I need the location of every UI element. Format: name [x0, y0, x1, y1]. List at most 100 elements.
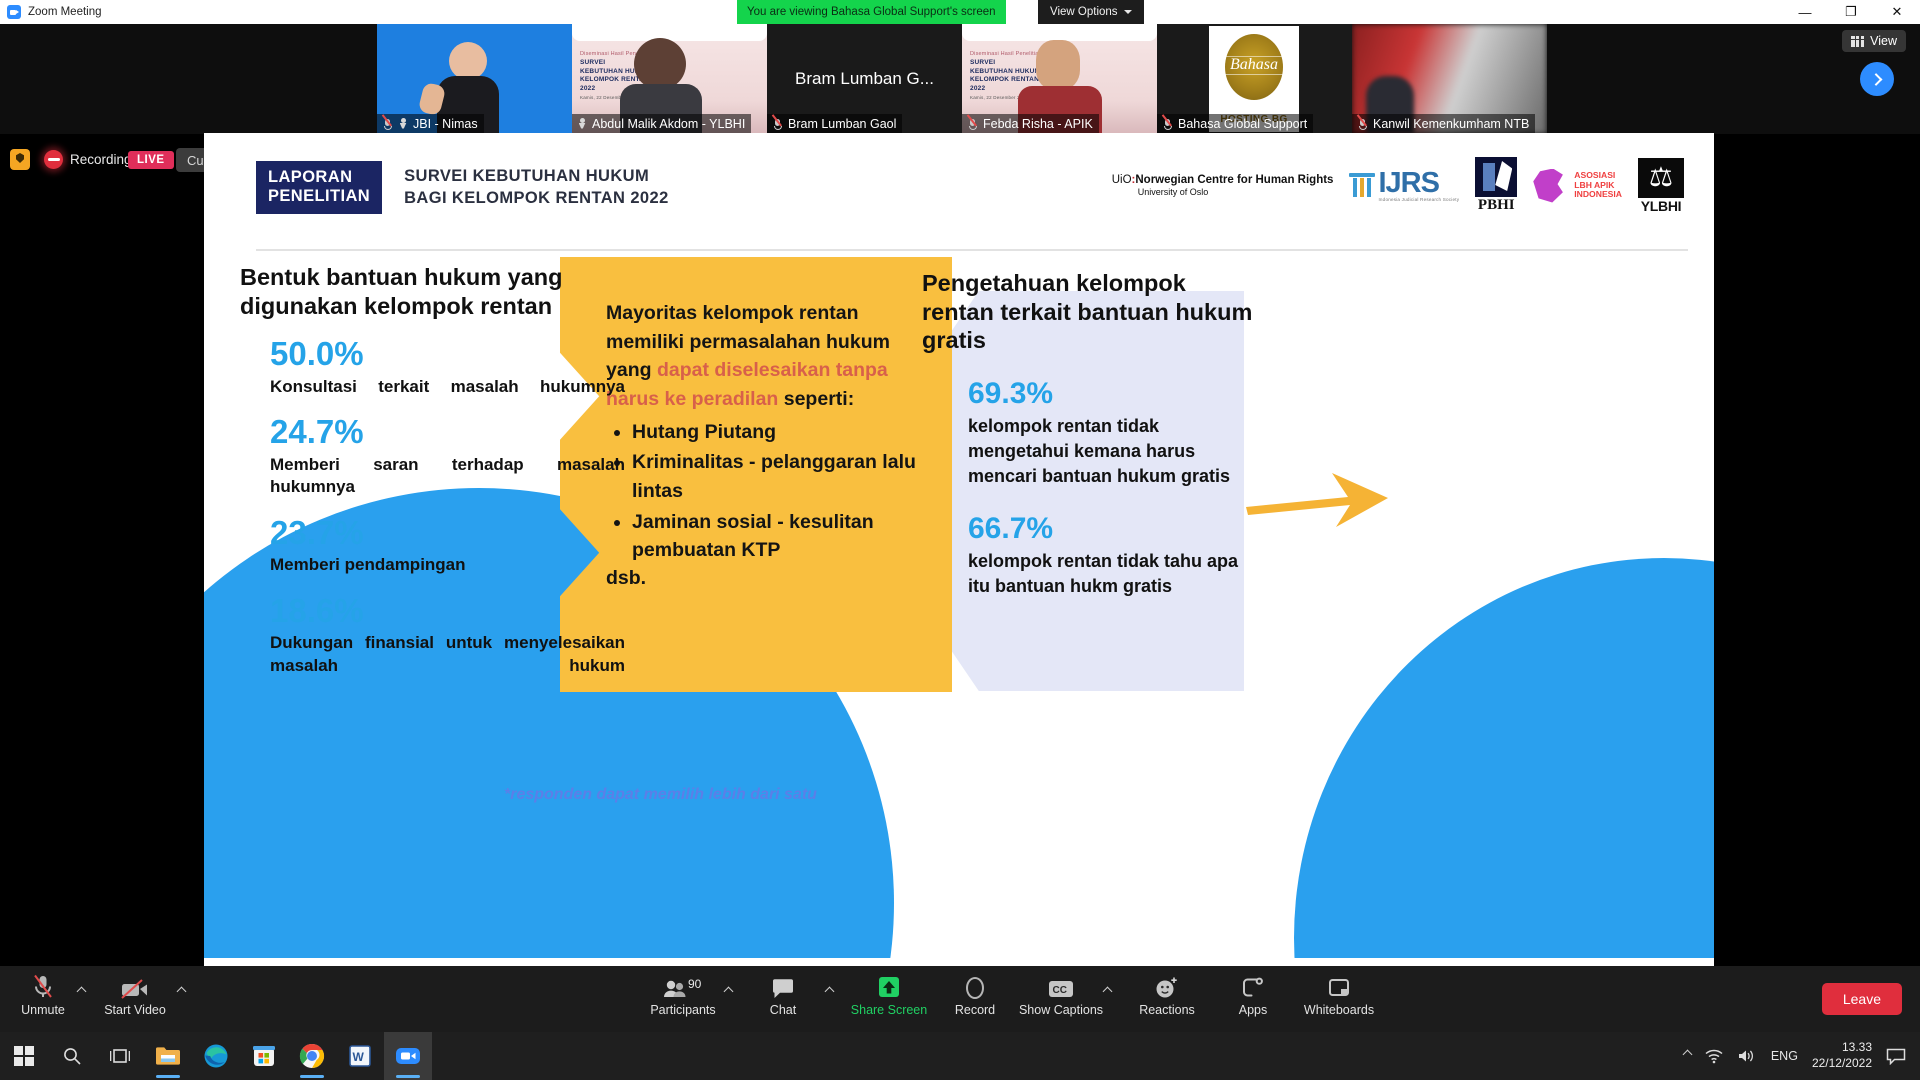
zoom-taskbar-button[interactable] — [384, 1032, 432, 1080]
participants-icon: 90 — [662, 972, 704, 1000]
security-shield-icon[interactable] — [10, 149, 30, 170]
clock[interactable]: 13.33 22/12/2022 — [1812, 1040, 1872, 1071]
toolbar-label: Show Captions — [1018, 1003, 1104, 1017]
file-explorer-button[interactable] — [144, 1032, 192, 1080]
uio-logo-prefix: UiO — [1111, 173, 1132, 186]
show-hidden-icons-chevron-icon[interactable] — [1682, 1049, 1693, 1060]
toolbar-participants-button[interactable]: 90 Participants — [640, 972, 726, 1017]
minimize-button[interactable]: — — [1782, 0, 1828, 24]
captions-options-chevron-icon[interactable] — [1102, 986, 1113, 997]
system-tray: ENG 13.33 22/12/2022 — [1682, 1032, 1920, 1080]
svg-text:90: 90 — [688, 978, 702, 991]
participant-thumbnail[interactable]: JBI - Nimas — [377, 24, 572, 134]
screen-share-banner-text: You are viewing Bahasa Global Support's … — [747, 6, 996, 18]
screen-share-banner: You are viewing Bahasa Global Support's … — [737, 0, 1006, 24]
filmstrip-next-button[interactable] — [1860, 62, 1894, 96]
ylbhi-logo: YLBHI — [1638, 157, 1684, 214]
toolbar-record-button[interactable]: Record — [932, 972, 1018, 1017]
search-icon — [64, 1048, 81, 1065]
stat-percentage: 23.7% — [270, 513, 364, 551]
language-indicator[interactable]: ENG — [1771, 1049, 1798, 1063]
search-button[interactable] — [48, 1032, 96, 1080]
center-lead-text: Mayoritas kelompok rentan memiliki perma… — [606, 299, 930, 414]
microsoft-word-button[interactable]: W — [336, 1032, 384, 1080]
windows-logo-icon — [14, 1046, 34, 1066]
closed-captions-icon: CC — [1047, 972, 1075, 1000]
stat-description: kelompok rentan tidak mengetahui kemana … — [968, 415, 1231, 487]
window-title: Zoom Meeting — [28, 6, 102, 18]
folder-icon — [156, 1047, 180, 1065]
microsoft-edge-button[interactable] — [192, 1032, 240, 1080]
stat-description: Dukungan finansial untuk menyelesaikan m… — [270, 632, 625, 675]
notifications-icon[interactable] — [1886, 1048, 1906, 1065]
view-options-button[interactable]: View Options — [1038, 0, 1144, 24]
view-button-label: View — [1870, 34, 1897, 48]
svg-text:CC: CC — [1053, 985, 1067, 996]
apik-line3: INDONESIA — [1574, 189, 1622, 200]
participant-thumbnail[interactable]: Kanwil Kemenkumham NTB — [1352, 24, 1547, 134]
video-options-chevron-icon[interactable] — [176, 986, 187, 997]
pin-icon — [398, 118, 408, 131]
window-title-bar: Zoom Meeting You are viewing Bahasa Glob… — [0, 0, 1920, 24]
toolbar-unmute-button[interactable]: Unmute — [0, 972, 86, 1017]
word-icon: W — [349, 1045, 371, 1067]
task-view-button[interactable] — [96, 1032, 144, 1080]
participant-thumbnail[interactable]: Diseminasi Hasil Penelitian SURVEI KEBUTU… — [962, 24, 1157, 134]
microsoft-store-button[interactable] — [240, 1032, 288, 1080]
stat-description: Konsultasi terkait masalah hukumnya — [270, 376, 625, 396]
apik-logo: ASOSIASI LBH APIK INDONESIA — [1533, 168, 1622, 203]
start-button[interactable] — [0, 1032, 48, 1080]
google-chrome-button[interactable] — [288, 1032, 336, 1080]
clock-date: 22/12/2022 — [1811, 1056, 1872, 1070]
leave-meeting-button[interactable]: Leave — [1821, 983, 1902, 1015]
pin-icon — [577, 118, 587, 131]
close-button[interactable]: ✕ — [1874, 0, 1920, 24]
volume-icon[interactable] — [1737, 1048, 1757, 1064]
stat-percentage: 24.7% — [270, 413, 364, 451]
right-column-title: Pengetahuan kelompok rentan terkait bant… — [922, 270, 1253, 354]
restore-button[interactable]: ❐ — [1828, 0, 1874, 24]
chevron-down-icon — [1123, 10, 1132, 14]
toolbar-share-screen-button[interactable]: Share Screen — [846, 972, 932, 1017]
participant-thumbnail-active[interactable]: Diseminasi Hasil Penelitian SURVEI KEBUTU… — [572, 24, 767, 134]
shared-screen-slide[interactable]: LAPORAN PENELITIAN SURVEI KEBUTUHAN HUKU… — [204, 133, 1714, 988]
store-icon — [253, 1046, 275, 1066]
toolbar-apps-button[interactable]: Apps — [1210, 972, 1296, 1017]
task-view-icon — [110, 1049, 130, 1063]
apik-mark-icon — [1533, 168, 1563, 203]
cover-topbar — [572, 24, 767, 41]
participant-display-name: Bram Lumban G... — [795, 69, 934, 88]
toolbar-label: Chat — [769, 1003, 797, 1017]
recording-label: Recording — [70, 152, 132, 167]
toolbar-chat-button[interactable]: Chat — [740, 972, 826, 1017]
stat-percentage: 69.3% — [968, 376, 1054, 410]
toolbar-label: Apps — [1238, 1003, 1268, 1017]
live-badge-label: LIVE — [137, 154, 165, 166]
participant-thumbnail[interactable]: Bahasa HOSTING BG Bahasa Global Support — [1157, 24, 1352, 134]
toolbar-whiteboards-button[interactable]: Whiteboards — [1296, 972, 1382, 1017]
left-column: Bentuk bantuan hukum yang digunakan kelo… — [240, 263, 625, 677]
participant-thumbnail[interactable]: Bram Lumban G... Bram Lumban Gaol — [767, 24, 962, 134]
toolbar-show-captions-button[interactable]: CC Show Captions — [1018, 972, 1104, 1017]
view-button[interactable]: View — [1842, 30, 1906, 52]
slide-header-title-line2: BAGI KELOMPOK RENTAN 2022 — [404, 189, 669, 208]
mic-off-icon — [1357, 113, 1368, 131]
toolbar-label: Start Video — [104, 1003, 166, 1017]
uio-logo-main: Norwegian Centre for Human Rights — [1135, 173, 1334, 186]
clock-time: 13.33 — [1841, 1040, 1872, 1055]
wifi-icon[interactable] — [1705, 1048, 1723, 1064]
arrow-right-icon — [1246, 473, 1388, 527]
header-divider — [256, 249, 1688, 251]
toolbar-start-video-button[interactable]: Start Video — [92, 972, 178, 1017]
recording-indicator-icon[interactable] — [44, 150, 63, 169]
cover-topbar — [962, 24, 1157, 41]
stat-item: 50.0% Konsultasi terkait masalah hukumny… — [240, 336, 625, 398]
apik-logo-text: ASOSIASI LBH APIK INDONESIA — [1574, 170, 1622, 201]
pbhi-mark-icon — [1475, 157, 1518, 197]
list-item: Jaminan sosial - kesulitan pembuatan KTP — [632, 508, 930, 565]
toolbar-label: Record — [954, 1003, 996, 1017]
chat-options-chevron-icon[interactable] — [824, 986, 835, 997]
ijrs-logo-text: IJRS — [1378, 166, 1439, 199]
toolbar-reactions-button[interactable]: Reactions — [1124, 972, 1210, 1017]
avatar — [634, 38, 686, 90]
